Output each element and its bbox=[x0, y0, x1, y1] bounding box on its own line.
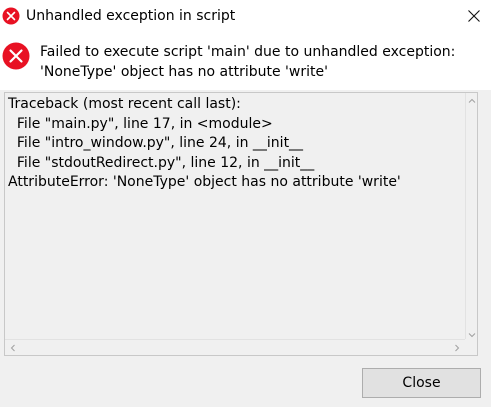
close-icon bbox=[467, 10, 480, 22]
error-message-line-2: 'NoneType' object has no attribute 'writ… bbox=[40, 64, 328, 80]
traceback-line: AttributeError: 'NoneType' object has no… bbox=[8, 174, 401, 190]
scroll-up-arrow-icon[interactable] bbox=[468, 97, 476, 105]
scrollbar-corner bbox=[465, 339, 477, 355]
scroll-left-arrow-icon[interactable] bbox=[9, 344, 17, 352]
horizontal-scrollbar[interactable] bbox=[5, 339, 465, 355]
vertical-scrollbar[interactable] bbox=[465, 93, 477, 355]
error-icon bbox=[2, 42, 30, 70]
traceback-textarea[interactable]: Traceback (most recent call last): File … bbox=[4, 92, 478, 356]
traceback-text: Traceback (most recent call last): File … bbox=[8, 95, 401, 193]
scroll-right-arrow-icon[interactable] bbox=[453, 344, 461, 352]
traceback-line: File "stdoutRedirect.py", line 12, in __… bbox=[8, 154, 315, 171]
error-icon bbox=[2, 7, 20, 25]
close-window-button[interactable] bbox=[456, 0, 491, 32]
title-bar: Unhandled exception in script bbox=[0, 0, 491, 32]
traceback-line: File "intro_window.py", line 24, in __in… bbox=[8, 135, 304, 151]
error-dialog: Unhandled exception in script Failed to … bbox=[0, 0, 491, 407]
traceback-line: Traceback (most recent call last): bbox=[8, 96, 241, 112]
error-message-line-1: Failed to execute script 'main' due to u… bbox=[40, 44, 456, 60]
window-title: Unhandled exception in script bbox=[26, 8, 236, 24]
close-button[interactable]: Close bbox=[362, 368, 481, 398]
scroll-down-arrow-icon[interactable] bbox=[468, 331, 476, 339]
traceback-line: File "main.py", line 17, in <module> bbox=[8, 115, 273, 132]
message-area: Failed to execute script 'main' due to u… bbox=[0, 32, 491, 90]
